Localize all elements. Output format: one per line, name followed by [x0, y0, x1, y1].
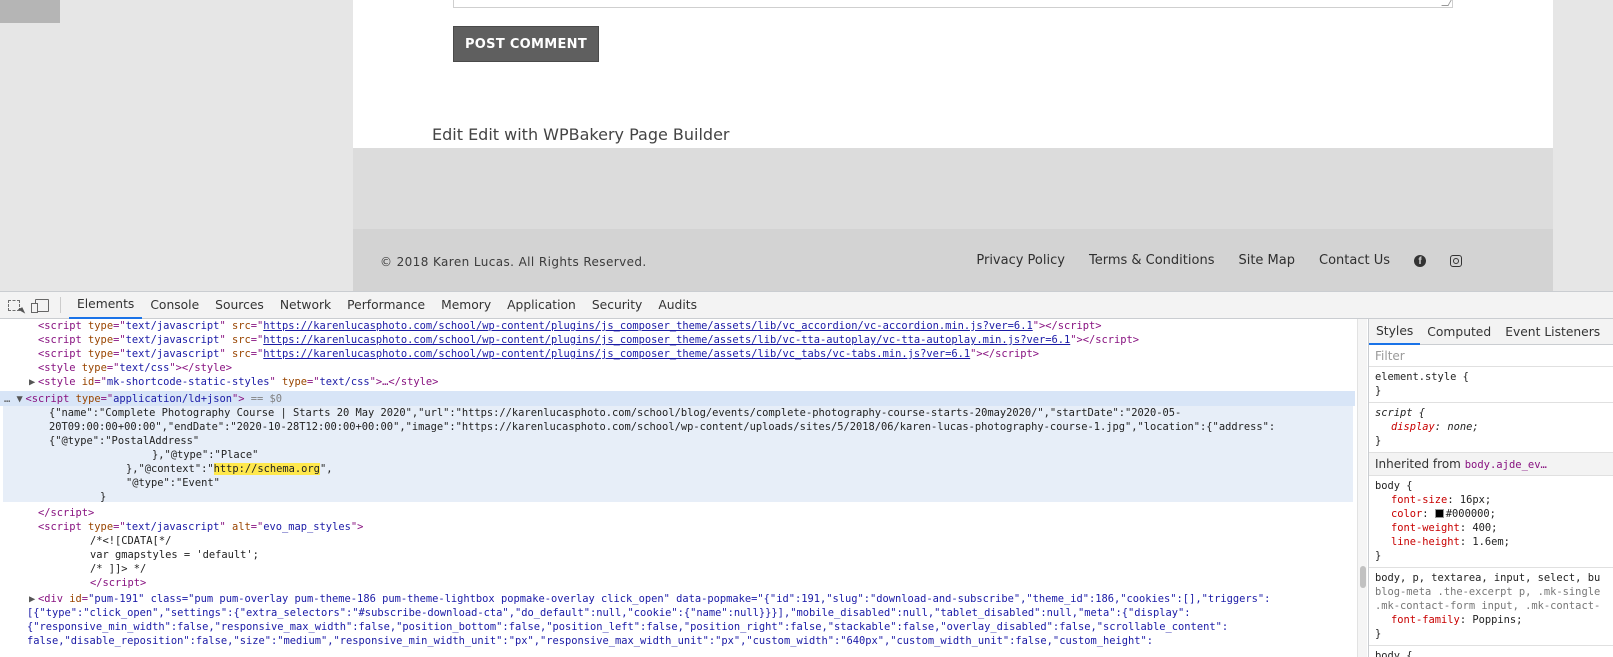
tab-styles[interactable]: Styles: [1369, 319, 1421, 345]
inspect-icon: [8, 299, 20, 311]
script-rule[interactable]: script { display: none; }: [1369, 403, 1613, 453]
devtools-panel: Elements Console Sources Network Perform…: [0, 291, 1613, 657]
tree-row-style-static[interactable]: ▶ <style id="mk-shortcode-static-styles" …: [29, 375, 438, 389]
device-icon: [31, 298, 49, 313]
ldjson-text-line: {"name":"Complete Photography Course | S…: [49, 407, 1182, 419]
inspect-element-button[interactable]: [0, 292, 28, 319]
tab-performance[interactable]: Performance: [339, 292, 433, 319]
styles-filter-input[interactable]: Filter: [1369, 345, 1613, 367]
script-src-link[interactable]: https://karenlucasphoto.com/school/wp-co…: [263, 320, 1032, 332]
resize-grip-icon[interactable]: [1441, 0, 1452, 6]
tab-audits[interactable]: Audits: [650, 292, 705, 319]
rule-close: }: [1375, 435, 1382, 447]
script-text-line: var gmapstyles = 'default';: [90, 549, 259, 561]
tab-computed[interactable]: Computed: [1420, 319, 1498, 345]
footer-link-contact-us[interactable]: Contact Us: [1319, 253, 1390, 268]
rule-declaration[interactable]: font-weight: 400;: [1375, 521, 1607, 535]
inherited-header: Inherited from body.ajde_ev…: [1369, 453, 1613, 476]
collapse-triangle-icon[interactable]: ▼: [17, 392, 26, 406]
ldjson-text-line: {"@type":"PostalAddress": [49, 435, 200, 447]
tab-elements[interactable]: Elements: [69, 292, 143, 319]
expand-triangle-icon[interactable]: ▶: [29, 375, 38, 389]
rule-selector: script {: [1375, 407, 1426, 419]
ldjson-text-line: 20T09:00:00+00:00","endDate":"2020-10-28…: [49, 421, 1276, 433]
ldjson-text-line: }: [100, 491, 107, 503]
rule-selector: body, p, textarea, input, select, bu: [1375, 572, 1601, 584]
facebook-icon[interactable]: f: [1414, 255, 1426, 267]
tree-row-script-map[interactable]: <script type="text/javascript" alt="evo_…: [38, 520, 363, 534]
footer-link-privacy-policy[interactable]: Privacy Policy: [976, 253, 1065, 268]
ldjson-text-line: },"@context":"http://schema.org",: [126, 463, 333, 475]
rule-declaration[interactable]: font-size: 16px;: [1375, 493, 1607, 507]
tab-security[interactable]: Security: [584, 292, 651, 319]
tree-row-script-tabs[interactable]: <script type="text/javascript" src="http…: [38, 347, 1039, 361]
rule-selector: body {: [1375, 480, 1413, 492]
device-toolbar-button[interactable]: [28, 292, 56, 319]
tab-memory[interactable]: Memory: [433, 292, 499, 319]
footer: © 2018 Karen Lucas. All Rights Reserved.…: [353, 229, 1553, 291]
tree-row-script-autoplay[interactable]: <script type="text/javascript" src="http…: [38, 333, 1139, 347]
tree-row-div-pum[interactable]: ▶ <div id="pum-191" class="pum pum-overla…: [29, 592, 1270, 606]
rule-declaration[interactable]: display: none;: [1375, 420, 1607, 434]
styles-tabbar: Styles Computed Event Listeners: [1369, 319, 1613, 345]
tree-row-script-accordion[interactable]: <script type="text/javascript" src="http…: [38, 319, 1102, 333]
website-viewport: POST COMMENT Edit Edit with WPBakery Pag…: [0, 0, 1613, 291]
body-rule[interactable]: body { font-size: 16px; color: #000000; …: [1369, 476, 1613, 568]
typography-rule[interactable]: body, p, textarea, input, select, bu blo…: [1369, 568, 1613, 646]
pum-attr-line: [{"type":"click_open","settings":{"extra…: [27, 607, 1191, 619]
edit-with-wpbakery-link[interactable]: Edit Edit with WPBakery Page Builder: [432, 125, 730, 144]
grey-band: [353, 148, 1553, 229]
rule-close: }: [1375, 385, 1382, 397]
elements-tree[interactable]: <script type="text/javascript" src="http…: [0, 319, 1360, 657]
rule-declaration[interactable]: font-family: Poppins;: [1375, 613, 1607, 627]
comment-textarea[interactable]: [453, 0, 1453, 8]
post-comment-button[interactable]: POST COMMENT: [453, 26, 599, 62]
rule-close: }: [1375, 550, 1382, 562]
rule-close: }: [1375, 628, 1382, 640]
inherited-from-link[interactable]: body.ajde_ev…: [1465, 459, 1547, 471]
tree-row-script-close[interactable]: </script>: [38, 506, 94, 520]
script-text-line: /* ]]> */: [90, 563, 147, 575]
rule-declaration[interactable]: line-height: 1.6em;: [1375, 535, 1607, 549]
tree-row-script-close[interactable]: </script>: [90, 576, 146, 590]
more-options-icon[interactable]: …: [4, 393, 10, 405]
elements-scrollbar[interactable]: [1357, 319, 1367, 657]
tab-application[interactable]: Application: [499, 292, 584, 319]
page-column: POST COMMENT Edit Edit with WPBakery Pag…: [353, 0, 1553, 291]
pum-attr-line: {"responsive_min_width":false,"responsiv…: [27, 621, 1229, 633]
toolbar-divider: [60, 297, 61, 313]
devtools-tabbar: Elements Console Sources Network Perform…: [0, 292, 1613, 319]
footer-link-site-map[interactable]: Site Map: [1238, 253, 1295, 268]
gray-tile: [0, 0, 60, 23]
expand-triangle-icon[interactable]: ▶: [29, 592, 38, 606]
tab-network[interactable]: Network: [272, 292, 339, 319]
pum-attr-line: false,"disable_reposition":false,"size":…: [27, 635, 1154, 647]
rule-selector: .mk-contact-form input, .mk-contact-: [1375, 600, 1601, 612]
rule-declaration[interactable]: color: #000000;: [1375, 507, 1607, 521]
ldjson-text-line: "@type":"Event": [126, 477, 220, 489]
scrollbar-thumb[interactable]: [1360, 566, 1366, 588]
tab-sources[interactable]: Sources: [207, 292, 272, 319]
copyright-text: © 2018 Karen Lucas. All Rights Reserved.: [380, 255, 647, 269]
rule-selector: element.style {: [1375, 371, 1469, 383]
tree-row-style-css[interactable]: <style type="text/css"></style>: [38, 361, 232, 375]
styles-pane: Styles Computed Event Listeners Filter e…: [1368, 319, 1613, 657]
tab-console[interactable]: Console: [142, 292, 207, 319]
script-src-link[interactable]: https://karenlucasphoto.com/school/wp-co…: [263, 334, 1070, 346]
content-area: POST COMMENT Edit Edit with WPBakery Pag…: [353, 0, 1553, 148]
color-swatch-icon[interactable]: [1434, 509, 1444, 518]
script-src-link[interactable]: https://karenlucasphoto.com/school/wp-co…: [263, 348, 970, 360]
rule-selector: blog-meta .the-excerpt p, .mk-single: [1375, 586, 1601, 598]
ldjson-text-line: },"@type":"Place": [152, 449, 259, 461]
search-highlight: http://schema.org: [213, 463, 320, 475]
rule-selector: body {: [1375, 650, 1413, 657]
tree-row-ldjson[interactable]: … ▼ <script type="application/ld+json"> =…: [4, 392, 282, 406]
body-rule-2[interactable]: body {: [1369, 646, 1613, 657]
instagram-icon[interactable]: [1450, 255, 1462, 267]
footer-nav: Privacy Policy Terms & Conditions Site M…: [976, 253, 1462, 268]
script-text-line: /*<![CDATA[*/: [90, 535, 172, 547]
element-style-rule[interactable]: element.style { }: [1369, 367, 1613, 403]
tab-event-listeners[interactable]: Event Listeners: [1498, 319, 1607, 345]
footer-link-terms[interactable]: Terms & Conditions: [1089, 253, 1215, 268]
